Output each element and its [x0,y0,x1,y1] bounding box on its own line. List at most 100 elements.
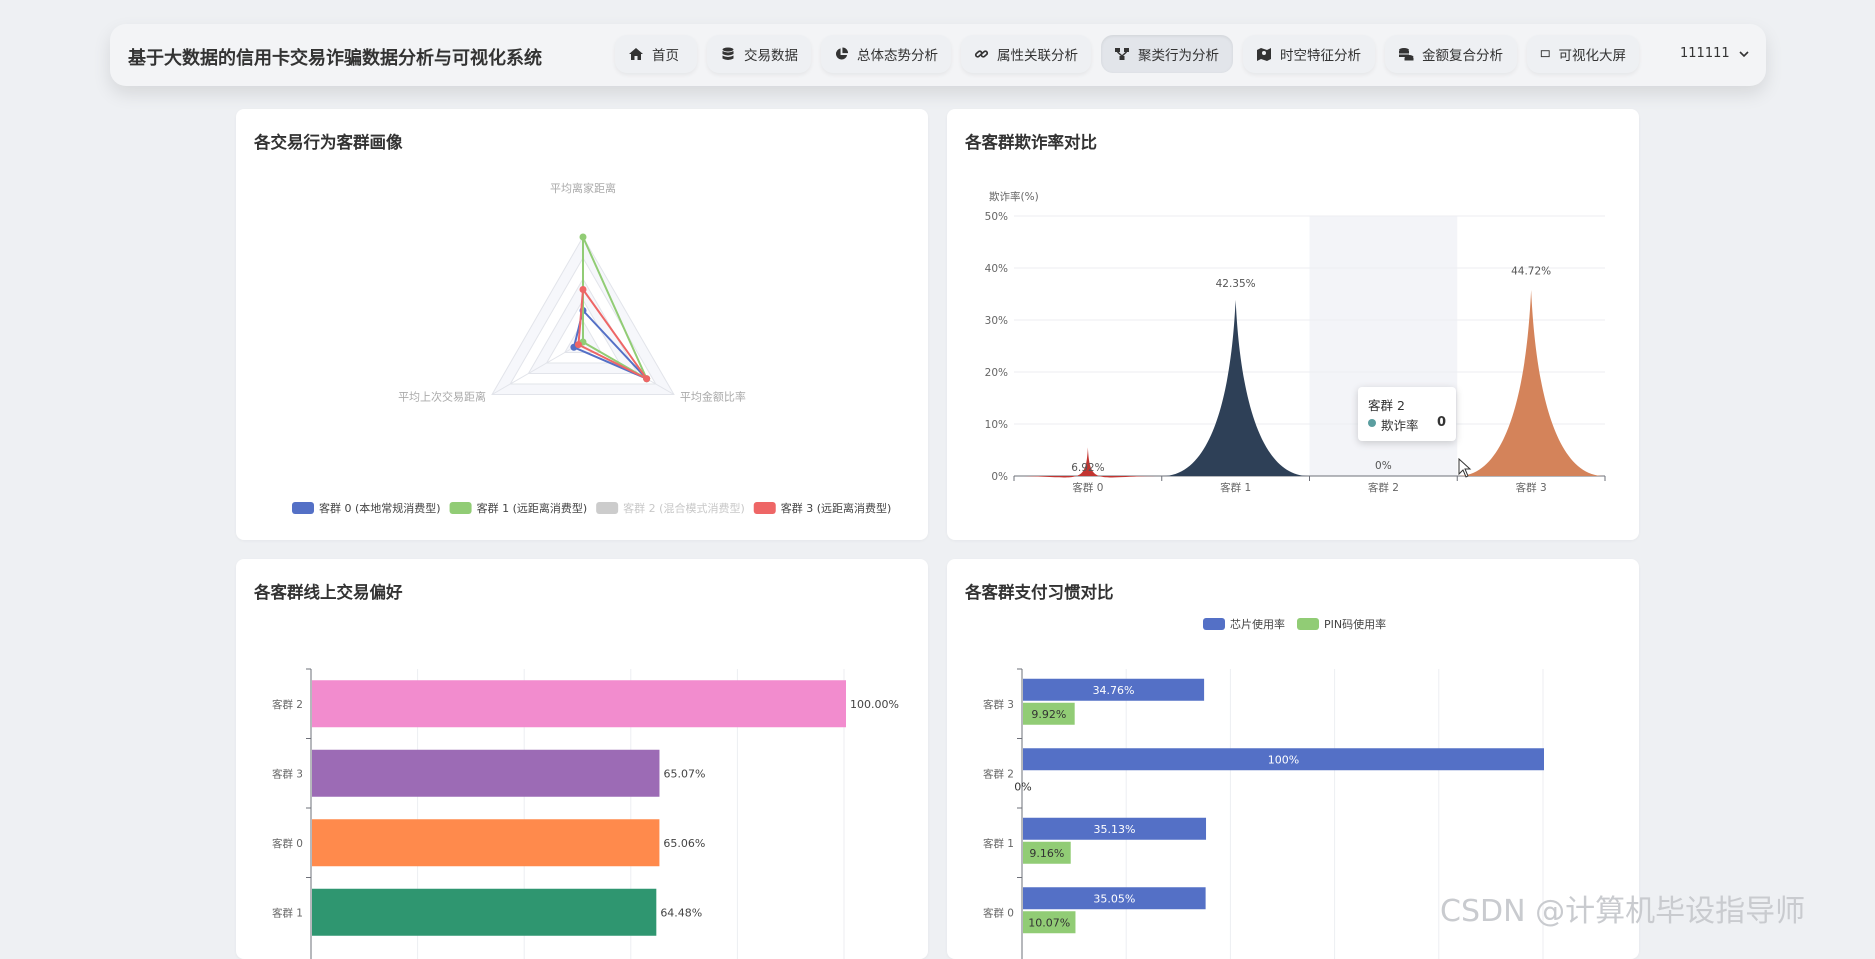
y-tick-label: 客群 0 [983,906,1014,919]
online-preference-bar [312,680,846,728]
data-label: 65.07% [663,767,705,780]
data-label: 35.13% [1094,823,1136,836]
online-preference-bar [312,749,660,797]
user-menu[interactable]: 111111 [1680,46,1750,61]
tooltip-series: 欺诈率 [1381,418,1419,433]
online-preference-chart: 客群 2 100.00% 客群 3 65.07% 客群 0 65.06% 客群 1 64.48… [272,668,899,959]
screen-icon [1540,50,1550,58]
data-label: 65.06% [663,837,705,850]
data-label: 9.16% [1029,847,1064,860]
link-icon [974,50,989,58]
nav-item-overview[interactable]: 总体态势分析 [821,35,951,73]
nav-item-dashboard[interactable]: 可视化大屏 [1527,35,1639,73]
y-tick-label: 客群 0 [272,837,303,850]
nav-item-transactions[interactable]: 交易数据 [707,35,811,73]
y-tick-label: 客群 3 [983,698,1014,711]
y-tick-label: 50% [985,211,1008,223]
nav-label-home: 首页 [652,48,679,64]
coins-icon [1399,48,1414,61]
data-label: 100.00% [850,698,899,711]
nav-label-transactions: 交易数据 [744,48,798,64]
nav-item-amount[interactable]: 金额复合分析 [1385,35,1517,73]
data-label: 6.92% [1071,462,1104,474]
radar-series-point [579,286,587,293]
fraud-rate-chart: 欺诈率(%) 0% 10% 20% 30% 40% 50% 客群 0 6.92% 客群 1 42.3… [985,190,1606,494]
radar-panel: 各交易行为客群画像 平均离家距离 平均金额比率 平均上次交易距离 客群 0 (本地常规… [236,109,928,540]
x-tick-label: 客群 0 [1072,481,1103,494]
csdn-watermark: CSDN @计算机毕设指导师 [1440,894,1806,929]
legend-label: 客群 1 (远距离消费型) [477,501,588,515]
legend-label: 客群 0 (本地常规消费型) [319,501,441,515]
nav-label-clustering: 聚类行为分析 [1138,48,1219,64]
data-label: 9.92% [1031,708,1066,721]
data-label: 10.07% [1028,916,1070,929]
y-tick-label: 40% [985,263,1008,275]
legend-swatch [1203,618,1225,630]
tooltip-marker [1368,419,1376,427]
radar-indicator-label: 平均金额比率 [680,390,746,404]
top-navbar: 基于大数据的信用卡交易诈骗数据分析与可视化系统 首页 交易数据 总体态势分析 属… [110,24,1766,86]
y-tick-label: 客群 3 [272,767,303,780]
nav-item-spatiotemporal[interactable]: 时空特征分析 [1243,35,1375,73]
nav-label-amount: 金额复合分析 [1422,48,1503,64]
map-icon [1257,48,1271,61]
legend-label: 客群 2 (混合模式消费型) [623,501,745,515]
y-tick-label: 20% [985,367,1008,379]
data-label: 64.48% [660,906,702,919]
radar-indicator-label: 平均上次交易距离 [398,390,486,404]
username: 111111 [1680,46,1730,61]
legend-label: PIN码使用率 [1324,617,1386,631]
legend-swatch [1297,618,1319,630]
nav-label-correlation: 属性关联分析 [997,48,1078,64]
y-tick-label: 客群 1 [272,906,303,919]
tooltip-value: 0 [1436,415,1446,430]
y-tick-label: 客群 2 [983,767,1014,780]
y-tick-label: 30% [985,315,1008,327]
radar-series-point [579,233,587,241]
legend-label: 客群 3 (远距离消费型) [781,501,892,515]
x-tick-label: 客群 1 [1220,481,1251,494]
nav-item-home[interactable]: 首页 [615,35,697,73]
nav-label-spatiotemporal: 时空特征分析 [1280,48,1361,64]
fraud-panel: 各客群欺诈率对比 欺诈率(%) 0% 10% 20% 30% 40% 50% 客群 0 6.92… [947,109,1639,540]
nav-label-dashboard: 可视化大屏 [1558,48,1627,64]
nav-item-correlation[interactable]: 属性关联分析 [961,35,1091,73]
y-tick-label: 客群 1 [983,837,1014,850]
data-label: 0% [1375,460,1392,472]
x-tick-label: 客群 2 [1368,481,1399,494]
fraud-rate-peak [1458,289,1604,476]
data-label: 42.35% [1216,278,1256,290]
chart-tooltip: 客群 2 欺诈率 0 [1358,387,1456,441]
chevron-down-icon [1739,50,1749,57]
online-preference-bar [312,888,657,936]
radar-indicator-label: 平均离家距离 [550,181,616,195]
data-label: 44.72% [1511,265,1551,277]
radar-chart: 平均离家距离平均金额比率 平均上次交易距离客群 0 (本地常规消费型) 客群 1 (… [292,181,892,515]
mouse-cursor-icon [1458,458,1472,478]
pie-icon [835,47,849,60]
radar-series-point [643,375,651,383]
legend-label: 芯片使用率 [1230,617,1285,631]
tooltip-title: 客群 2 [1368,398,1405,413]
database-icon [722,47,734,60]
data-label: 34.76% [1093,684,1135,697]
legend-swatch [596,502,619,514]
y-tick-label: 10% [985,419,1008,431]
app-title: 基于大数据的信用卡交易诈骗数据分析与可视化系统 [128,48,542,69]
nav-label-overview: 总体态势分析 [857,48,938,64]
home-icon [629,48,643,60]
y-tick-label: 客群 2 [272,698,303,711]
online-preference-bar [312,819,660,867]
cluster-icon [1115,48,1129,60]
legend-swatch [753,502,776,514]
y-tick-label: 0% [991,471,1008,483]
nav-item-clustering[interactable]: 聚类行为分析 [1101,35,1233,73]
x-tick-label: 客群 3 [1516,481,1547,494]
data-label: 0% [1014,780,1031,793]
legend-swatch [292,502,314,514]
y-axis-label: 欺诈率(%) [989,190,1039,203]
data-label: 100% [1268,753,1299,766]
fraud-rate-peak [1162,299,1309,476]
radar-series-point [574,341,582,349]
data-label: 35.05% [1093,892,1135,905]
